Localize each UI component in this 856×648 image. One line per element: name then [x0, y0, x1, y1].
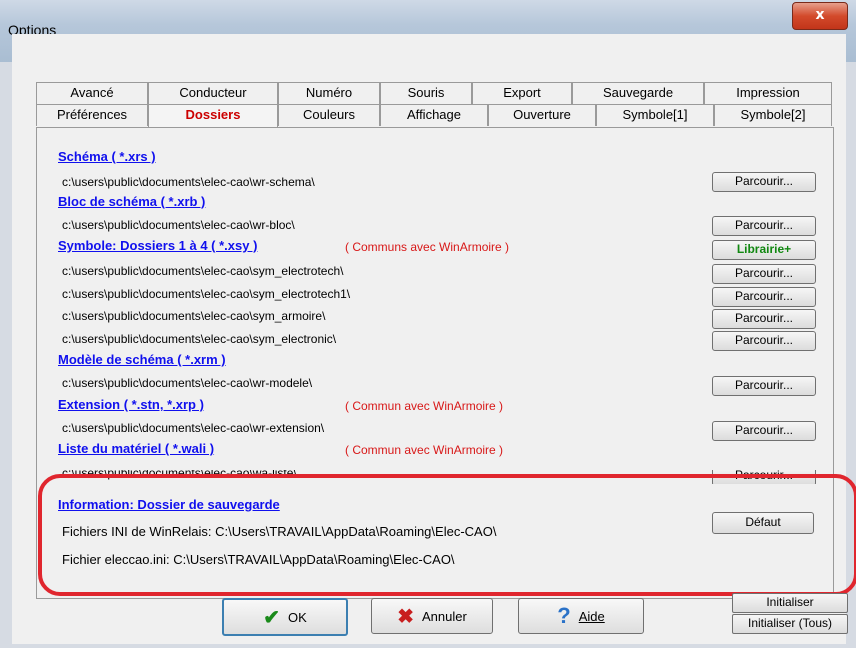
- symbole-path: c:\users\public\documents\elec-cao\sym_a…: [62, 309, 326, 323]
- tab-souris[interactable]: Souris: [380, 82, 472, 104]
- symbole-browse-button[interactable]: Parcourir...: [712, 287, 816, 307]
- tab-impression[interactable]: Impression: [704, 82, 832, 104]
- init-button[interactable]: Initialiser: [732, 593, 848, 613]
- tab-symbole-1[interactable]: Symbole[1]: [596, 104, 714, 126]
- modele-browse-button[interactable]: Parcourir...: [712, 376, 816, 396]
- question-icon: ?: [557, 603, 571, 628]
- liste-header-link[interactable]: Liste du matériel ( *.wali ): [58, 441, 214, 456]
- ok-button[interactable]: ✔ OK: [222, 598, 348, 636]
- cancel-button[interactable]: ✖ Annuler: [371, 598, 493, 634]
- librairie-button[interactable]: Librairie+: [712, 240, 816, 260]
- close-button[interactable]: x: [792, 2, 848, 30]
- tab-num-ro[interactable]: Numéro: [278, 82, 380, 104]
- extension-note: ( Commun avec WinArmoire ): [345, 399, 504, 413]
- bloc-browse-button[interactable]: Parcourir...: [712, 216, 816, 236]
- symbole-path: c:\users\public\documents\elec-cao\sym_e…: [62, 332, 337, 346]
- tab-avanc[interactable]: Avancé: [36, 82, 148, 104]
- extension-path: c:\users\public\documents\elec-cao\wr-ex…: [62, 421, 325, 435]
- extension-header-link[interactable]: Extension ( *.stn, *.xrp ): [58, 397, 204, 412]
- modele-path: c:\users\public\documents\elec-cao\wr-mo…: [62, 376, 313, 390]
- cross-icon: ✖: [397, 605, 414, 628]
- schema-header-link[interactable]: Schéma ( *.xrs ): [58, 149, 156, 164]
- tab-affichage[interactable]: Affichage: [380, 104, 488, 126]
- tab-couleurs[interactable]: Couleurs: [278, 104, 380, 126]
- modele-header-link[interactable]: Modèle de schéma ( *.xrm ): [58, 352, 226, 367]
- symbole-path: c:\users\public\documents\elec-cao\sym_e…: [62, 287, 351, 301]
- tab-ouverture[interactable]: Ouverture: [488, 104, 596, 126]
- highlight-ring: [38, 474, 856, 596]
- symbole-browse-button[interactable]: Parcourir...: [712, 264, 816, 284]
- help-label: Aide: [578, 608, 605, 624]
- tab-conducteur[interactable]: Conducteur: [148, 82, 278, 104]
- extension-browse-button[interactable]: Parcourir...: [712, 421, 816, 441]
- symbole-path: c:\users\public\documents\elec-cao\sym_e…: [62, 264, 344, 278]
- help-button[interactable]: ? Aide: [518, 598, 644, 634]
- tab-sauvegarde[interactable]: Sauvegarde: [572, 82, 704, 104]
- symbole-note: ( Communs avec WinArmoire ): [345, 240, 510, 254]
- liste-note: ( Commun avec WinArmoire ): [345, 443, 504, 457]
- symbole-browse-button[interactable]: Parcourir...: [712, 331, 816, 351]
- schema-path: c:\users\public\documents\elec-cao\wr-sc…: [62, 175, 315, 189]
- ok-label: OK: [287, 609, 307, 625]
- tab-symbole-2[interactable]: Symbole[2]: [714, 104, 832, 126]
- check-icon: ✔: [263, 606, 280, 629]
- init-all-button[interactable]: Initialiser (Tous): [732, 614, 848, 634]
- tab-dossiers[interactable]: Dossiers: [148, 104, 278, 129]
- bloc-path: c:\users\public\documents\elec-cao\wr-bl…: [62, 218, 295, 232]
- tab-export[interactable]: Export: [472, 82, 572, 104]
- symbole-browse-button[interactable]: Parcourir...: [712, 309, 816, 329]
- schema-browse-button[interactable]: Parcourir...: [712, 172, 816, 192]
- cancel-label: Annuler: [421, 608, 467, 624]
- symbole-header-link[interactable]: Symbole: Dossiers 1 à 4 ( *.xsy ): [58, 238, 257, 253]
- tab-pr-f-rences[interactable]: Préférences: [36, 104, 148, 126]
- bloc-header-link[interactable]: Bloc de schéma ( *.xrb ): [58, 194, 205, 209]
